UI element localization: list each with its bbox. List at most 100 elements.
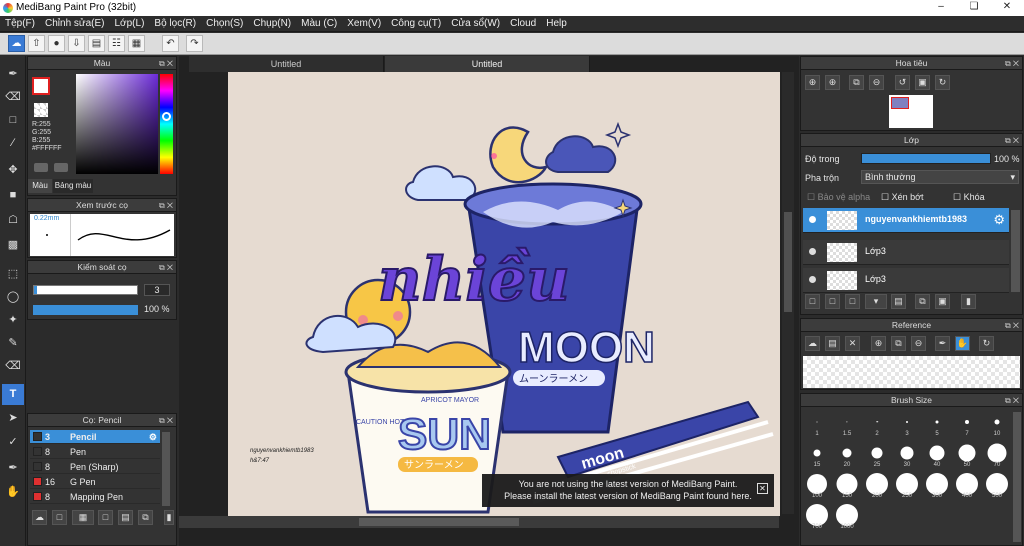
brush-size-option[interactable]: 150: [833, 471, 861, 499]
brush-item[interactable]: 3 Pencil ⚙: [30, 430, 160, 444]
tab-document-1[interactable]: Untitled: [189, 56, 384, 72]
brush-size-option[interactable]: 300: [923, 471, 951, 499]
brush-size-option[interactable]: 40: [923, 440, 951, 468]
panel-menu-icon[interactable]: ⧉ ✕: [159, 414, 173, 427]
merge-layer-icon[interactable]: ▣: [935, 294, 950, 309]
bucket-icon[interactable]: ☖: [2, 210, 24, 231]
layer-row[interactable]: Lớp3: [803, 240, 1009, 265]
new-layer-icon[interactable]: □: [805, 294, 820, 309]
panel-menu-icon[interactable]: ⧉ ✕: [1005, 134, 1019, 147]
layer-row[interactable]: nguyenvankhiemtb1983 ⚙: [803, 208, 1009, 233]
hand-icon[interactable]: ✋: [955, 336, 970, 351]
fit-icon[interactable]: ⧉: [849, 75, 864, 90]
delete-layer-icon[interactable]: ▮: [961, 294, 976, 309]
layer-menu-icon[interactable]: ▾: [865, 294, 887, 309]
grid-icon[interactable]: ▦: [128, 35, 145, 52]
menu-file[interactable]: Tệp(F): [0, 16, 40, 32]
brush-size-option[interactable]: 1: [803, 409, 831, 437]
brush-size-option[interactable]: 400: [953, 471, 981, 499]
menu-snap[interactable]: Chụp(N): [248, 16, 296, 32]
notification-close-button[interactable]: ✕: [757, 483, 768, 494]
select-eraser-icon[interactable]: ⌫: [2, 356, 24, 377]
layer-row[interactable]: Lớp3: [803, 268, 1009, 293]
gear-icon[interactable]: ⚙: [993, 212, 1005, 228]
download-icon[interactable]: ⇩: [68, 35, 85, 52]
export-icon[interactable]: ⇧: [28, 35, 45, 52]
brush-size-option[interactable]: 70: [983, 440, 1011, 468]
brush-size-option[interactable]: 2: [863, 409, 891, 437]
blend-mode-select[interactable]: Bình thường ▾: [861, 170, 1019, 184]
brush-item[interactable]: 8 Mapping Pen: [30, 490, 160, 504]
layer-opacity-slider[interactable]: [861, 153, 991, 164]
rotate-left-icon[interactable]: ↺: [895, 75, 910, 90]
hand-tool-icon[interactable]: ✋: [2, 482, 24, 503]
fit-screen-icon[interactable]: ▣: [915, 75, 930, 90]
panel-menu-icon[interactable]: ⧉ ✕: [1005, 394, 1019, 407]
menu-select[interactable]: Chọn(S): [201, 16, 248, 32]
brush-size-option[interactable]: 30: [893, 440, 921, 468]
add-brush-icon[interactable]: ☁: [32, 510, 47, 525]
open-folder-icon[interactable]: ▤: [825, 336, 840, 351]
brush-size-option[interactable]: 7: [953, 409, 981, 437]
brush-list-delete-icon[interactable]: ▮: [164, 510, 174, 525]
reference-view[interactable]: [803, 356, 1020, 388]
rotate-icon[interactable]: ↻: [979, 336, 994, 351]
select-lasso-icon[interactable]: ◯: [2, 287, 24, 308]
fill-rect-icon[interactable]: ■: [2, 185, 24, 206]
color-swap-icon[interactable]: [34, 163, 48, 172]
menu-cloud[interactable]: Cloud: [505, 16, 541, 32]
brush-item[interactable]: 8 Pen (Sharp): [30, 460, 160, 474]
brush-copy-icon[interactable]: □: [98, 510, 113, 525]
brush-size-option[interactable]: 25: [863, 440, 891, 468]
folder-icon[interactable]: ▤: [118, 510, 133, 525]
horizontal-scrollbar[interactable]: [179, 516, 779, 528]
brush-size-option[interactable]: 1000: [833, 502, 861, 530]
tab-palette[interactable]: Bảng màu: [53, 179, 93, 193]
navigator-thumbnail[interactable]: [889, 95, 933, 128]
clipping-checkbox[interactable]: ☐ Xén bớt: [881, 192, 924, 203]
brush-size-option[interactable]: 200: [863, 471, 891, 499]
brush-size-option[interactable]: 500: [983, 471, 1011, 499]
close-window-button[interactable]: ✕: [996, 0, 1018, 14]
gear-icon[interactable]: ⚙: [149, 430, 157, 444]
line-tool-icon[interactable]: ∕: [2, 133, 24, 154]
brush-size-slider[interactable]: [33, 285, 138, 295]
cloud-upload-icon[interactable]: ☁: [805, 336, 820, 351]
move-tool-icon[interactable]: ✥: [2, 160, 24, 181]
brush-size-scrollbar[interactable]: [1013, 412, 1021, 542]
panel-menu-icon[interactable]: ⧉ ✕: [1005, 319, 1019, 332]
duplicate-layer-icon[interactable]: ⧉: [915, 294, 930, 309]
new-layer-alt-icon[interactable]: □: [825, 294, 840, 309]
select-rect-icon[interactable]: ⬚: [2, 264, 24, 285]
brush-size-option[interactable]: 10: [983, 409, 1011, 437]
brush-size-option[interactable]: 50: [953, 440, 981, 468]
protect-alpha-checkbox[interactable]: ☐ Bảo vệ alpha: [807, 192, 870, 203]
menu-edit[interactable]: Chỉnh sửa(E): [40, 16, 110, 32]
brush-item[interactable]: 8 Pen: [30, 445, 160, 459]
new-halftone-icon[interactable]: □: [845, 294, 860, 309]
eyedropper-icon[interactable]: ✒: [935, 336, 950, 351]
update-notification[interactable]: You are not using the latest version of …: [482, 474, 774, 507]
brush-size-option[interactable]: 3: [893, 409, 921, 437]
vertical-scrollbar[interactable]: [782, 72, 794, 514]
zoom-in-icon[interactable]: ⊕: [871, 336, 886, 351]
layer-folder-icon[interactable]: ▤: [891, 294, 906, 309]
brush-size-option[interactable]: 700: [803, 502, 831, 530]
tab-document-2[interactable]: Untitled: [385, 56, 590, 72]
redo-icon[interactable]: ↷: [186, 35, 203, 52]
panel-menu-icon[interactable]: ⧉ ✕: [1005, 57, 1019, 70]
eyedropper-icon[interactable]: ✓: [2, 432, 24, 453]
layers-scrollbar[interactable]: [1011, 210, 1020, 292]
brush-size-option[interactable]: 20: [833, 440, 861, 468]
new-brush-icon[interactable]: □: [52, 510, 67, 525]
lock-checkbox[interactable]: ☐ Khóa: [953, 192, 985, 203]
foreground-color-swatch[interactable]: [32, 77, 50, 95]
eraser-tool-icon[interactable]: ⌫: [2, 87, 24, 108]
menu-layer[interactable]: Lớp(L): [110, 16, 150, 32]
zoom-in-icon[interactable]: ⊕: [805, 75, 820, 90]
duplicate-icon[interactable]: ⧉: [138, 510, 153, 525]
page-icon[interactable]: ▤: [88, 35, 105, 52]
cloud-icon[interactable]: ☁: [8, 35, 25, 52]
undo-icon[interactable]: ↶: [162, 35, 179, 52]
color-reset-icon[interactable]: [54, 163, 68, 172]
